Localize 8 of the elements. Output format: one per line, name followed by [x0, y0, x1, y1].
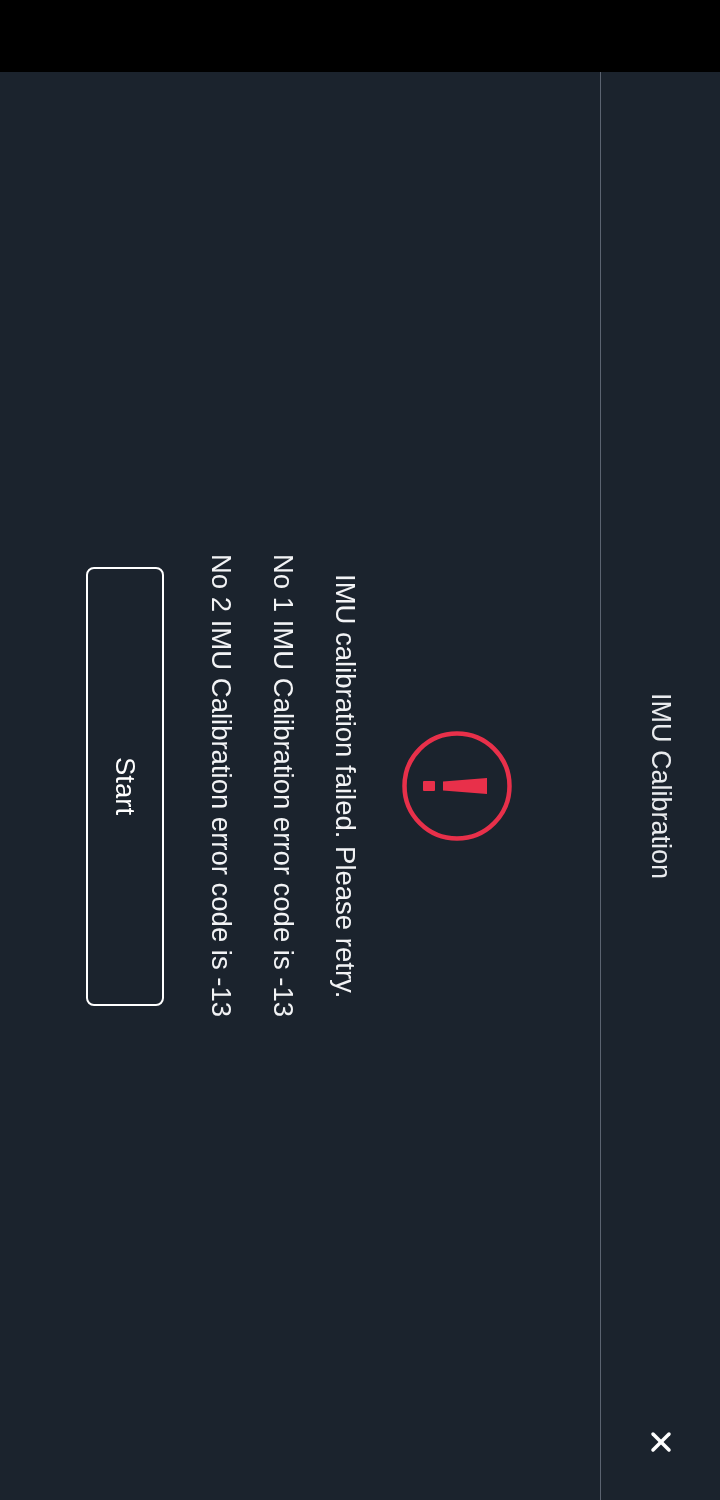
alert-circle-icon [402, 731, 512, 841]
close-icon [648, 1430, 673, 1454]
error-message: IMU calibration failed. Please retry. [329, 573, 361, 999]
error-code-text: No 2 IMU Calibration error code is -13 [205, 554, 237, 1018]
start-button[interactable]: Start [86, 566, 164, 1006]
page-title: IMU Calibration [644, 692, 677, 880]
close-button[interactable] [648, 1430, 673, 1454]
error-code-text: No 1 IMU Calibration error code is -13 [267, 554, 299, 1018]
